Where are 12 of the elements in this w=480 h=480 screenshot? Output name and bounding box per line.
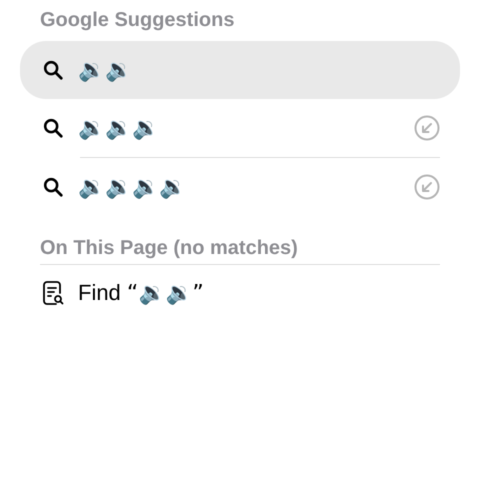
suggestion-text: 🔉🔉🔉🔉 — [78, 174, 187, 202]
suggestion-row[interactable]: 🔉🔉 — [20, 41, 460, 99]
suggestion-text: 🔉🔉🔉 — [78, 114, 160, 142]
find-row[interactable]: Find “🔉🔉” — [20, 265, 460, 321]
search-icon — [42, 59, 64, 81]
find-on-page-icon — [42, 280, 64, 306]
search-icon — [42, 176, 64, 198]
section-title: On This Page (no matches) — [39, 236, 299, 260]
search-icon — [42, 117, 64, 139]
suggestion-text: 🔉🔉 — [78, 56, 133, 84]
section-title: Google Suggestions — [39, 8, 236, 32]
find-text: Find “🔉🔉” — [78, 279, 204, 308]
